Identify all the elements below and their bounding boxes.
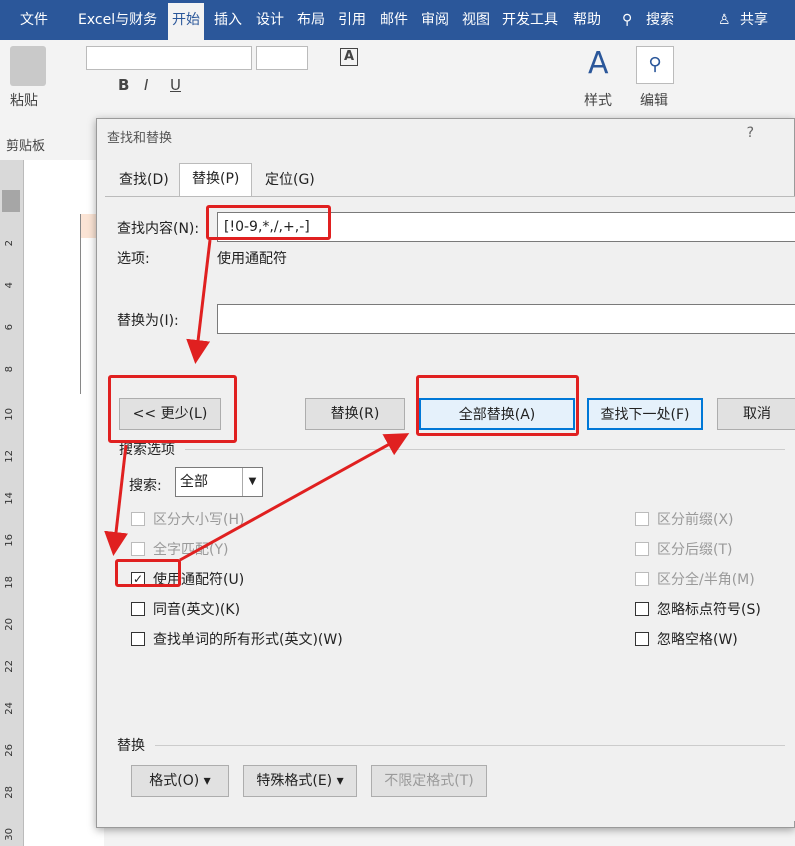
highlight-find-value [206, 205, 331, 240]
ruler-number: 8 [4, 366, 15, 373]
checkbox[interactable] [635, 602, 649, 616]
ruler-number: 22 [4, 660, 15, 673]
checkbox-label: 区分前缀(X) [657, 512, 734, 528]
find-icon[interactable]: ⚲ [636, 46, 674, 84]
replace-panel: 查找内容(N): [!0-9,*,/,+,-] 选项: 使用通配符 替换为(I)… [105, 196, 795, 821]
ruler-number: 2 [4, 240, 15, 247]
styles-label[interactable]: 样式 [584, 90, 612, 110]
tab-excel-finance[interactable]: Excel与财务 [78, 0, 157, 40]
clipboard-group-label: 剪贴板 [6, 139, 46, 154]
ruler-number: 4 [4, 282, 15, 289]
paste-label[interactable]: 粘贴 [10, 90, 38, 110]
highlight-wildcards-checkbox [115, 559, 181, 587]
ribbon-search[interactable]: 搜索 [646, 0, 674, 40]
format-button[interactable]: 格式(O) ▾ [131, 765, 229, 797]
chevron-down-icon: ▼ [242, 468, 262, 496]
tab-layout[interactable]: 布局 [297, 0, 325, 40]
checkbox-label: 区分大小写(H) [153, 512, 245, 528]
checkbox-label[interactable]: 忽略空格(W) [657, 629, 738, 649]
tab-find[interactable]: 查找(D) [107, 165, 181, 197]
styles-icon[interactable]: A [588, 46, 609, 81]
tab-home[interactable]: 开始 [168, 3, 204, 40]
divider-bottom [155, 745, 785, 746]
tab-insert[interactable]: 插入 [214, 0, 242, 40]
ruler-number: 16 [4, 534, 15, 547]
font-name-box[interactable] [86, 46, 252, 70]
tab-review[interactable]: 审阅 [421, 0, 449, 40]
char-border-icon[interactable]: A [340, 48, 358, 66]
underline-icon[interactable]: U [170, 76, 181, 94]
ruler-number: 20 [4, 618, 15, 631]
ruler-number: 28 [4, 786, 15, 799]
checkbox-label[interactable]: 查找单词的所有形式(英文)(W) [153, 629, 343, 649]
search-direction-select[interactable]: 全部 ▼ [175, 467, 263, 497]
checkbox [131, 512, 145, 526]
edit-label[interactable]: 编辑 [640, 90, 668, 110]
tab-help[interactable]: 帮助 [573, 0, 601, 40]
paste-icon[interactable] [10, 46, 46, 86]
tab-design[interactable]: 设计 [256, 0, 284, 40]
highlight-replace-all [416, 375, 579, 436]
tab-references[interactable]: 引用 [338, 0, 366, 40]
tab-developer[interactable]: 开发工具 [502, 0, 558, 40]
tab-replace[interactable]: 替换(P) [179, 163, 253, 197]
ruler-number: 18 [4, 576, 15, 589]
tab-goto[interactable]: 定位(G) [253, 165, 327, 197]
checkbox[interactable] [131, 602, 145, 616]
ruler-number: 14 [4, 492, 15, 505]
share-icon[interactable]: ♙ [718, 0, 731, 40]
no-format-button[interactable]: 不限定格式(T) [371, 765, 487, 797]
special-format-button[interactable]: 特殊格式(E) ▾ [243, 765, 357, 797]
cancel-button[interactable]: 取消 [717, 398, 795, 430]
ruler-number: 30 [4, 828, 15, 841]
options-value: 使用通配符 [217, 251, 287, 267]
checkbox [131, 542, 145, 556]
checkbox [635, 542, 649, 556]
ruler-margin-marker [2, 190, 20, 212]
ruler-number: 10 [4, 408, 15, 421]
replace-input[interactable] [217, 304, 795, 334]
checkbox-label[interactable]: 同音(英文)(K) [153, 599, 240, 619]
checkbox[interactable] [131, 632, 145, 646]
options-label: 选项: [117, 251, 150, 267]
tab-mailings[interactable]: 邮件 [380, 0, 408, 40]
search-direction-label: 搜索: [129, 478, 162, 494]
replace-section-label: 替换 [117, 738, 145, 754]
tab-file[interactable]: 文件 [20, 0, 48, 40]
divider [185, 449, 785, 450]
search-icon[interactable]: ⚲ [622, 0, 632, 40]
ruler-number: 6 [4, 324, 15, 331]
checkbox[interactable] [635, 632, 649, 646]
highlight-less-button [108, 375, 237, 443]
help-icon[interactable]: ? [747, 125, 754, 141]
replace-button[interactable]: 替换(R) [305, 398, 405, 430]
find-label: 查找内容(N): [117, 221, 200, 237]
checkbox [635, 512, 649, 526]
share-button[interactable]: 共享 [740, 0, 768, 40]
checkbox [635, 572, 649, 586]
checkbox-label[interactable]: 忽略标点符号(S) [657, 599, 761, 619]
bold-icon[interactable]: B [118, 76, 129, 94]
ruler-number: 26 [4, 744, 15, 757]
ruler-number: 24 [4, 702, 15, 715]
tab-view[interactable]: 视图 [462, 0, 490, 40]
checkbox-label: 区分后缀(T) [657, 542, 733, 558]
ruler-number: 12 [4, 450, 15, 463]
ribbon-tab-bar: 文件 Excel与财务 开始 插入 设计 布局 引用 邮件 审阅 视图 开发工具… [0, 0, 795, 40]
checkbox-label: 区分全/半角(M) [657, 572, 755, 588]
find-next-button[interactable]: 查找下一处(F) [587, 398, 703, 430]
find-replace-dialog: 查找和替换 ? 查找(D) 替换(P) 定位(G) 查找内容(N): [!0-9… [96, 118, 795, 828]
checkbox-label: 全字匹配(Y) [153, 542, 229, 558]
document-page [24, 160, 104, 846]
font-size-box[interactable] [256, 46, 308, 70]
italic-icon[interactable]: I [144, 76, 148, 94]
search-direction-value: 全部 [180, 474, 208, 490]
dialog-title: 查找和替换 [107, 131, 173, 146]
replace-label: 替换为(I): [117, 313, 179, 329]
